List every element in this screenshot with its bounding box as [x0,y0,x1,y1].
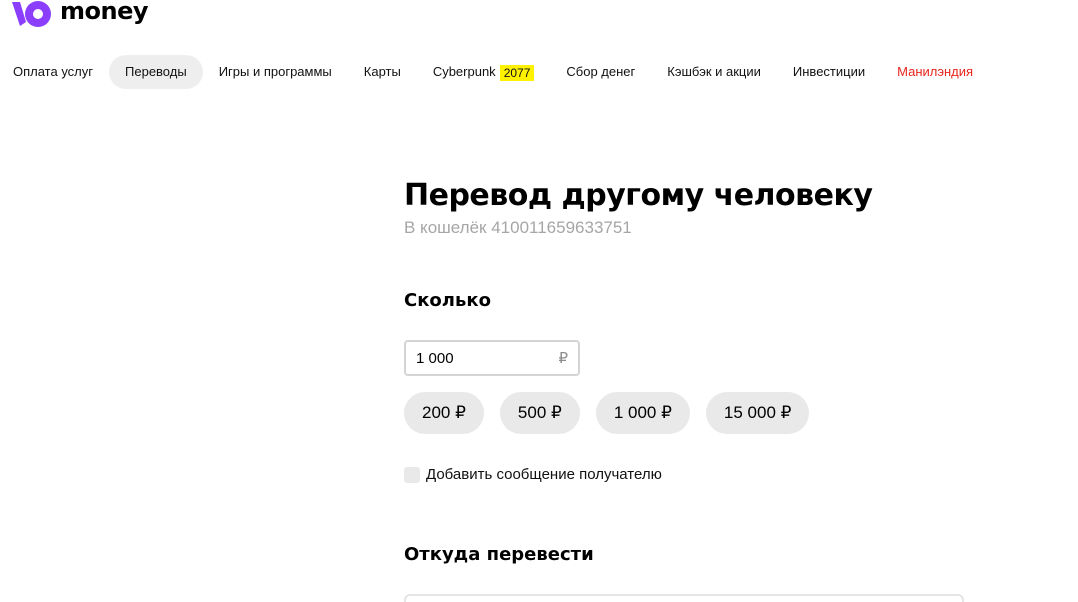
logo-text: money [60,0,149,25]
main-nav: Оплата услуг Переводы Игры и программы К… [0,55,989,89]
page-title: Перевод другому человеку [404,178,873,213]
nav-item-payments[interactable]: Оплата услуг [0,55,109,89]
nav-item-investments[interactable]: Инвестиции [777,55,881,89]
preset-200-button[interactable]: 200 ₽ [404,392,484,434]
amount-section-title: Сколько [404,290,491,311]
nav-item-fundraising[interactable]: Сбор денег [550,55,651,89]
amount-value: 1 000 [416,349,454,367]
yoomoney-logo-icon [12,1,51,27]
source-selector[interactable] [404,594,964,602]
add-message-row[interactable]: Добавить сообщение получателю [404,466,662,483]
nav-item-cards[interactable]: Карты [348,55,417,89]
nav-item-cyberpunk-label: Cyberpunk [432,64,496,79]
add-message-label[interactable]: Добавить сообщение получателю [426,466,662,483]
add-message-checkbox[interactable] [404,466,420,483]
nav-item-cyberpunk[interactable]: Cyberpunk 2077 [417,55,551,89]
preset-1000-button[interactable]: 1 000 ₽ [595,392,690,434]
preset-500-button[interactable]: 500 ₽ [499,392,580,434]
transfer-form: Перевод другому человеку В кошелёк 41001… [404,176,1004,602]
nav-item-cashback[interactable]: Кэшбэк и акции [651,55,777,89]
amount-input[interactable]: 1 000 ₽ [404,340,580,376]
ruble-icon: ₽ [558,350,568,367]
preset-15000-button[interactable]: 15 000 ₽ [705,392,810,434]
cyberpunk-badge: 2077 [499,65,535,81]
source-section-title: Откуда перевести [404,544,594,565]
amount-presets: 200 ₽ 500 ₽ 1 000 ₽ 15 000 ₽ [404,392,825,434]
nav-item-games[interactable]: Игры и программы [203,55,348,89]
nav-item-moneyland[interactable]: Манилэндия [881,55,989,89]
wallet-subtitle: В кошелёк 410011659633751 [404,218,632,237]
logo[interactable]: money [12,0,149,28]
nav-item-transfers[interactable]: Переводы [109,55,203,89]
